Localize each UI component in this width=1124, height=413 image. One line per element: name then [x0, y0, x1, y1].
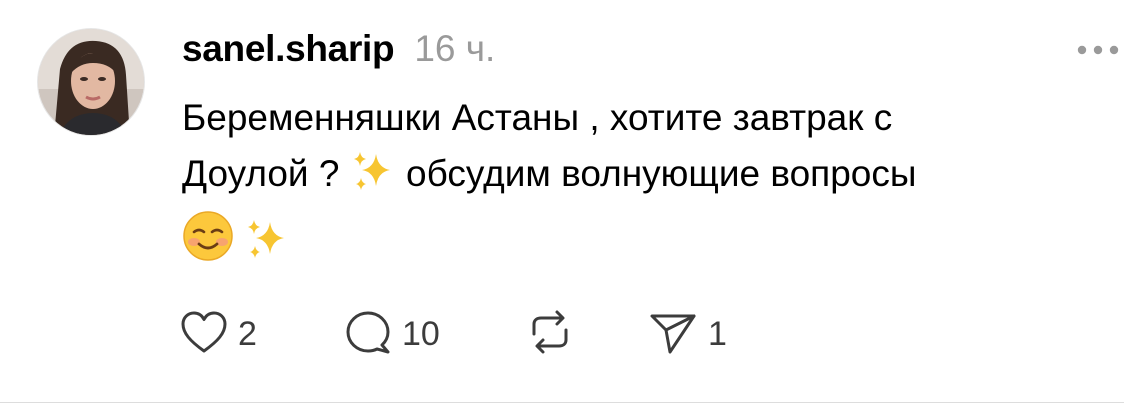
- reply-button[interactable]: 10: [344, 306, 440, 362]
- username[interactable]: sanel.sharip: [182, 28, 395, 70]
- divider: [0, 402, 1124, 403]
- share-count: 1: [708, 314, 727, 353]
- post-text: Беременняшки Астаны , хотите завтрак с Д…: [182, 90, 1107, 278]
- smiling-face-emoji: [182, 210, 234, 278]
- comment-icon: [344, 308, 392, 361]
- post-text-part-b: обсудим волнующие вопросы: [406, 153, 917, 194]
- sparkles-emoji: [350, 148, 396, 210]
- sparkles-emoji: [244, 216, 290, 278]
- send-icon: [648, 308, 698, 361]
- post-text-line-3: [182, 210, 1107, 278]
- like-button[interactable]: 2: [180, 306, 257, 362]
- like-count: 2: [238, 314, 257, 353]
- heart-icon: [180, 310, 228, 359]
- post-header: sanel.sharip 16 ч.: [182, 28, 495, 76]
- reply-count: 10: [402, 314, 440, 353]
- repost-icon: [524, 308, 576, 361]
- avatar[interactable]: [37, 28, 145, 136]
- share-button[interactable]: 1: [648, 306, 727, 362]
- post-text-line-1: Беременняшки Астаны , хотите завтрак с: [182, 97, 893, 138]
- post-text-line-2: Доулой ? обсудим волнующие вопросы: [182, 146, 1107, 210]
- repost-button[interactable]: [524, 306, 586, 362]
- timestamp: 16 ч.: [414, 28, 496, 69]
- avatar-image: [38, 29, 144, 135]
- post-text-part-a: Доулой ?: [182, 153, 340, 194]
- more-icon[interactable]: [1076, 38, 1120, 62]
